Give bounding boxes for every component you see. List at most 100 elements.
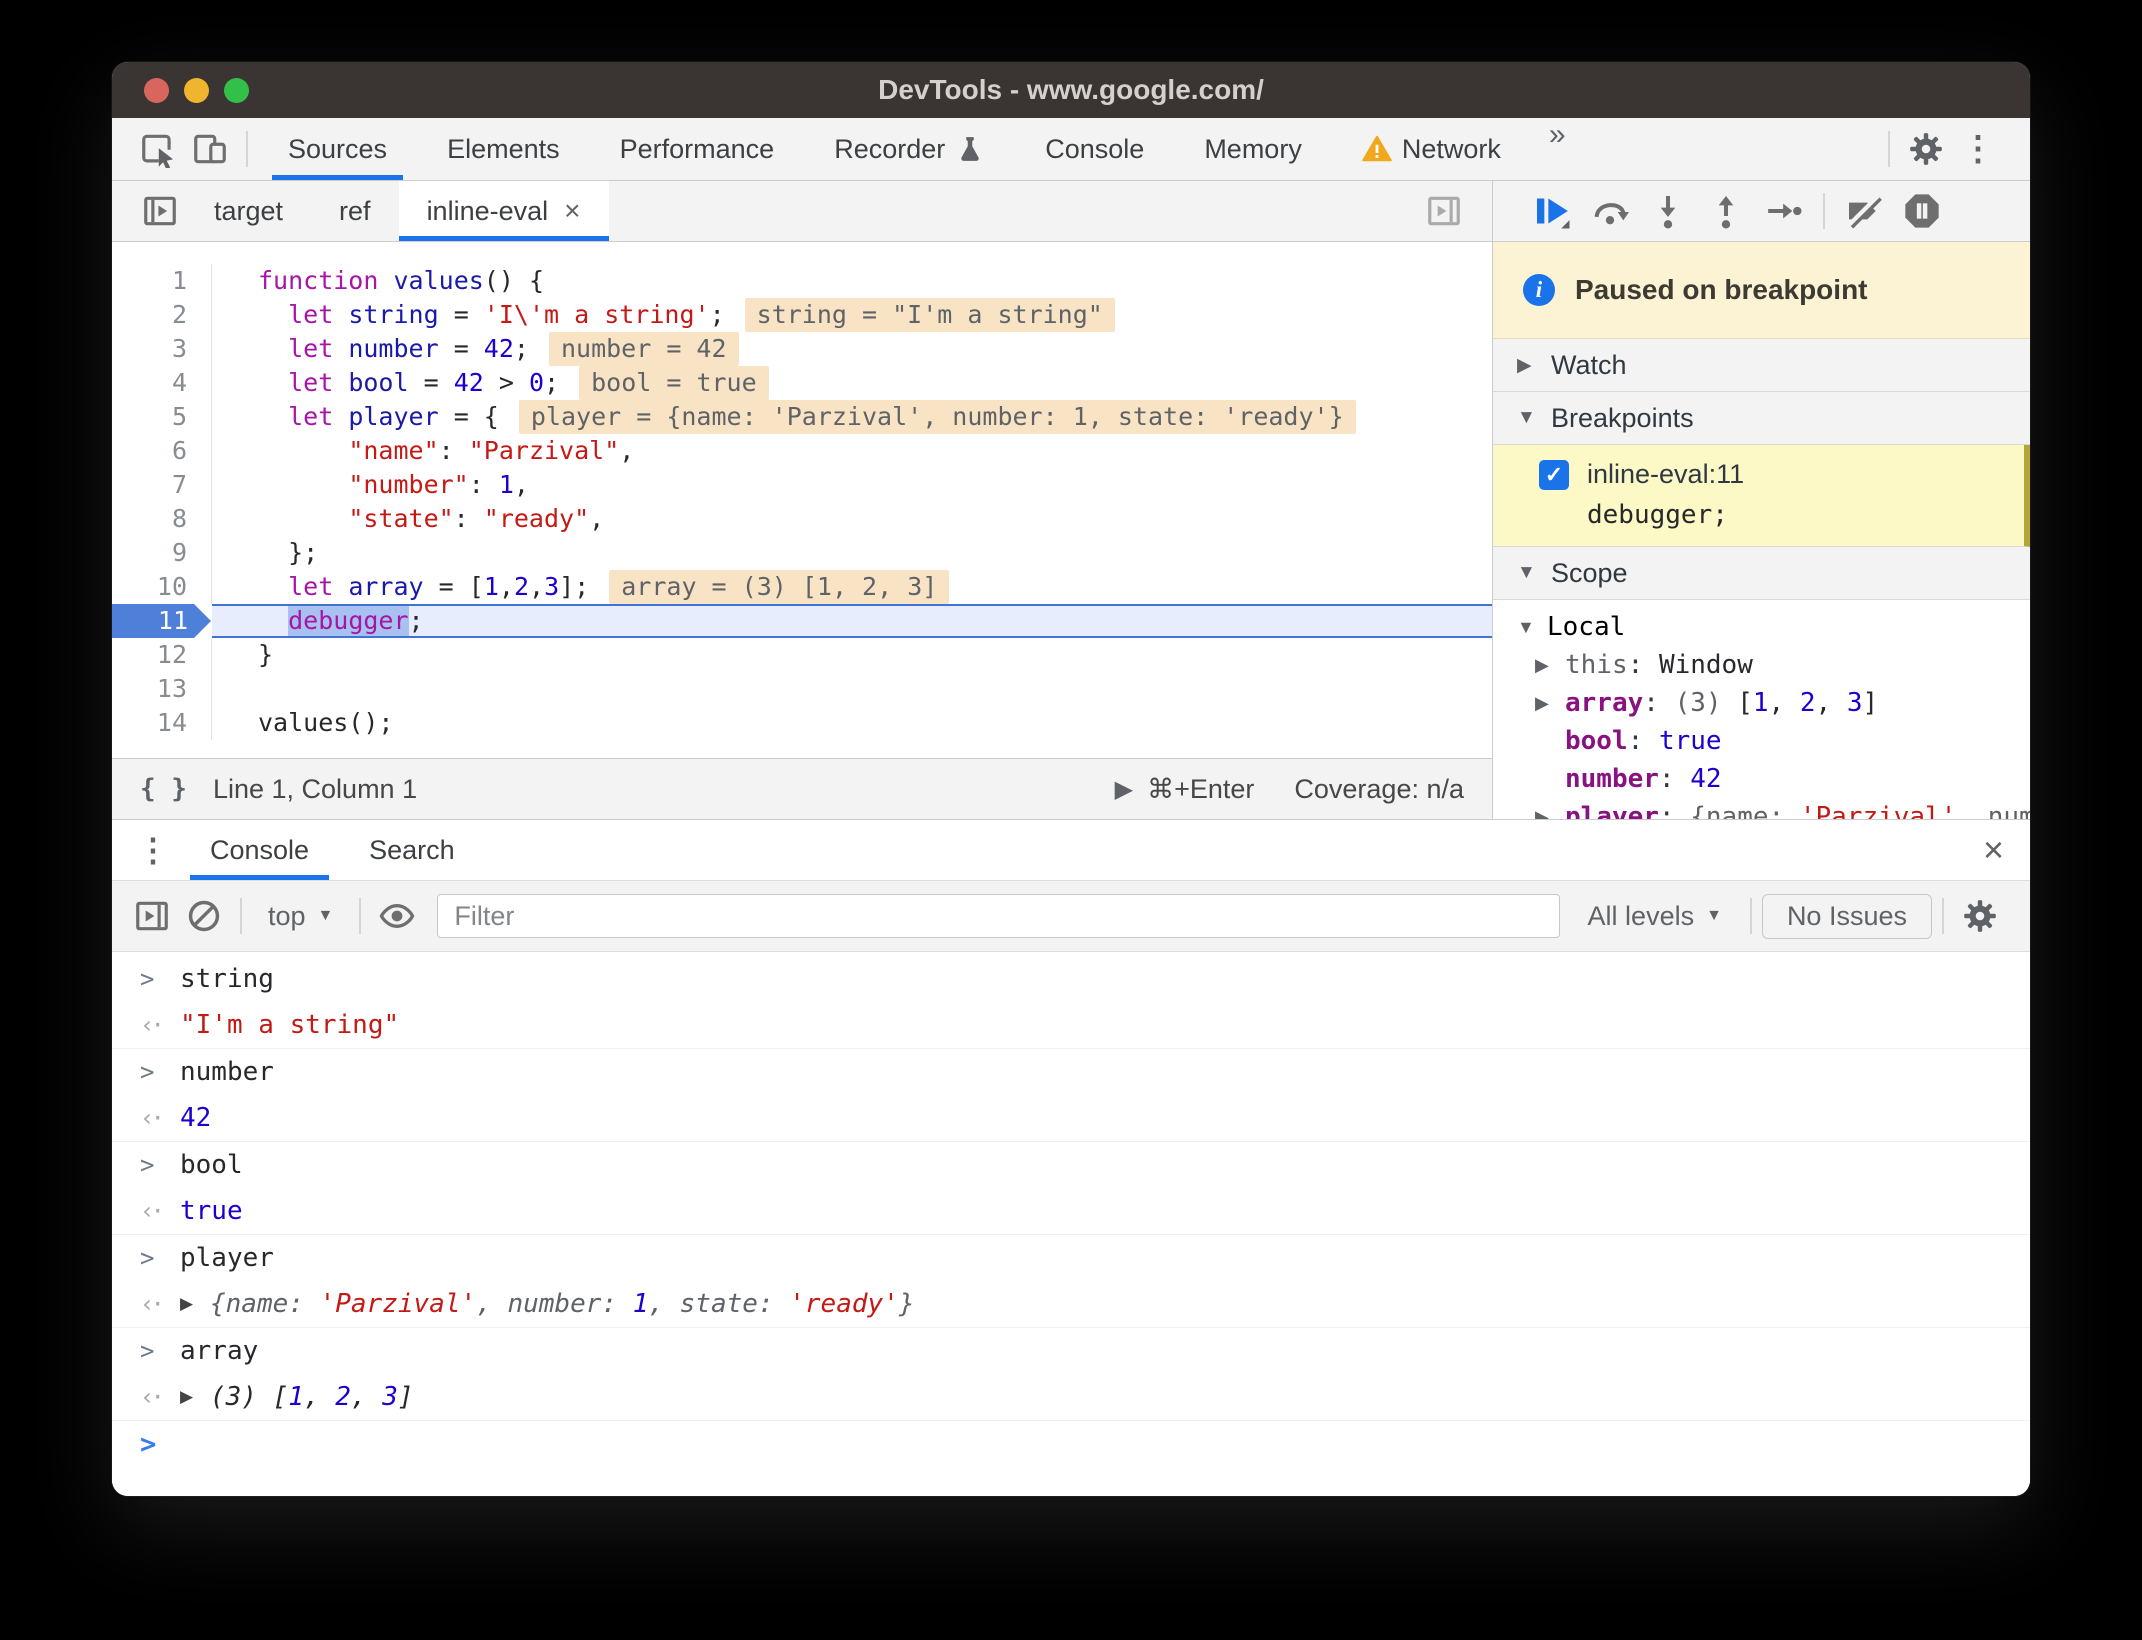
console-input-row[interactable]: > string bbox=[112, 956, 2030, 1002]
close-drawer-icon[interactable]: × bbox=[1983, 829, 2004, 871]
line-number[interactable]: 10 bbox=[112, 570, 212, 604]
console-input-row[interactable]: > array bbox=[112, 1327, 2030, 1374]
scope-item-bool[interactable]: bool: true bbox=[1517, 722, 2030, 760]
chevron-right-icon[interactable]: ▶ bbox=[1517, 354, 1551, 377]
no-issues-button[interactable]: No Issues bbox=[1761, 893, 1932, 939]
tab-performance[interactable]: Performance bbox=[590, 118, 805, 180]
maximize-window-button[interactable] bbox=[224, 77, 249, 103]
console-input-row[interactable]: > number bbox=[112, 1048, 2030, 1095]
show-navigator-icon[interactable] bbox=[134, 185, 186, 237]
breakpoints-section-header[interactable]: ▼ Breakpoints bbox=[1493, 392, 2030, 445]
tab-recorder[interactable]: Recorder bbox=[804, 118, 1015, 180]
chevron-down-icon[interactable]: ▼ bbox=[1517, 562, 1551, 584]
drawer-menu-icon[interactable]: ⋮ bbox=[126, 831, 180, 869]
deactivate-breakpoints-icon[interactable] bbox=[1835, 185, 1893, 237]
code-content[interactable]: let string = 'I\'m a string'; string = "I… bbox=[212, 298, 1492, 332]
resume-script-icon[interactable] bbox=[1523, 185, 1581, 237]
console-settings-gear-icon[interactable] bbox=[1954, 890, 2006, 942]
code-content[interactable]: let number = 42; number = 42 bbox=[212, 332, 1492, 366]
console-input-row[interactable]: > player bbox=[112, 1234, 2030, 1281]
code-content[interactable]: }; bbox=[212, 536, 1492, 570]
console-result-row[interactable]: ‹· ▶ {name: 'Parzival', number: 1, state: … bbox=[112, 1281, 2030, 1327]
pause-on-exceptions-icon[interactable] bbox=[1893, 185, 1951, 237]
chevron-down-icon[interactable]: ▼ bbox=[1517, 407, 1551, 429]
console-result-row[interactable]: ‹· ▶ (3) [1, 2, 3] bbox=[112, 1374, 2030, 1420]
show-debugger-panel-icon[interactable] bbox=[1418, 185, 1470, 237]
titlebar[interactable]: DevTools - www.google.com/ bbox=[112, 62, 2030, 118]
scope-item-player[interactable]: ▶player: {name: 'Parzival', number: 1, s… bbox=[1517, 798, 2030, 819]
breakpoint-entry[interactable]: ✓ inline-eval:11 debugger; bbox=[1493, 445, 2030, 547]
console-log[interactable]: > string ‹· "I'm a string" > number ‹· 42 > bool ‹… bbox=[112, 952, 2030, 1496]
tab-network[interactable]: Network bbox=[1332, 118, 1531, 180]
chevron-right-icon[interactable]: ▶ bbox=[1535, 693, 1565, 714]
close-tab-icon[interactable]: × bbox=[564, 195, 580, 227]
expand-object-icon[interactable]: ▶ bbox=[180, 1387, 210, 1407]
line-number[interactable]: 9 bbox=[112, 536, 212, 570]
file-tab-target[interactable]: target bbox=[186, 181, 311, 241]
close-window-button[interactable] bbox=[144, 77, 169, 103]
live-expression-eye-icon[interactable] bbox=[371, 890, 423, 942]
more-tabs-icon[interactable]: » bbox=[1531, 118, 1584, 180]
breakpoint-checkbox[interactable]: ✓ bbox=[1539, 459, 1569, 490]
filter-input[interactable] bbox=[437, 894, 1560, 938]
line-number[interactable]: 4 bbox=[112, 366, 212, 400]
settings-gear-icon[interactable] bbox=[1900, 123, 1952, 175]
breakpoint-marker[interactable]: 11 bbox=[112, 604, 211, 638]
code-content[interactable]: function values() { bbox=[212, 264, 1492, 298]
console-input-row[interactable]: > bool bbox=[112, 1141, 2030, 1188]
scope-item-number[interactable]: number: 42 bbox=[1517, 760, 2030, 798]
console-prompt[interactable]: > bbox=[112, 1420, 2030, 1467]
inspect-element-icon[interactable] bbox=[132, 123, 184, 175]
code-content[interactable]: debugger; bbox=[212, 604, 1492, 638]
expand-object-icon[interactable]: ▶ bbox=[180, 1294, 210, 1314]
code-content[interactable]: "name": "Parzival", bbox=[212, 434, 1492, 468]
line-number[interactable]: 2 bbox=[112, 298, 212, 332]
code-content[interactable]: "state": "ready", bbox=[212, 502, 1492, 536]
line-number[interactable]: 12 bbox=[112, 638, 212, 672]
console-result-row[interactable]: ‹· 42 bbox=[112, 1095, 2030, 1141]
step-into-icon[interactable] bbox=[1639, 185, 1697, 237]
drawer-tab-search[interactable]: Search bbox=[339, 820, 485, 880]
chevron-down-icon[interactable]: ▼ bbox=[1517, 617, 1547, 638]
line-number[interactable]: 3 bbox=[112, 332, 212, 366]
console-result-row[interactable]: ‹· "I'm a string" bbox=[112, 1002, 2030, 1048]
kebab-menu-icon[interactable]: ⋮ bbox=[1952, 123, 2004, 175]
code-content[interactable]: values(); bbox=[212, 706, 1492, 740]
code-content[interactable]: let player = {player = {name: 'Parzival'… bbox=[212, 400, 1492, 434]
watch-section-header[interactable]: ▶ Watch bbox=[1493, 339, 2030, 392]
code-content[interactable]: "number": 1, bbox=[212, 468, 1492, 502]
line-number[interactable]: 1 bbox=[112, 264, 212, 298]
tab-elements[interactable]: Elements bbox=[417, 118, 590, 180]
scope-group-local[interactable]: ▼ Local bbox=[1517, 608, 2030, 646]
step-icon[interactable] bbox=[1755, 185, 1813, 237]
scope-section-header[interactable]: ▼ Scope bbox=[1493, 547, 2030, 600]
clear-console-icon[interactable] bbox=[178, 890, 230, 942]
show-console-sidebar-icon[interactable] bbox=[126, 890, 178, 942]
line-number[interactable]: 8 bbox=[112, 502, 212, 536]
minimize-window-button[interactable] bbox=[184, 77, 209, 103]
line-number[interactable]: 14 bbox=[112, 706, 212, 740]
chevron-right-icon[interactable]: ▶ bbox=[1535, 655, 1565, 676]
file-tab-ref[interactable]: ref bbox=[311, 181, 399, 241]
code-content[interactable]: let bool = 42 > 0; bool = true bbox=[212, 366, 1492, 400]
pretty-print-icon[interactable]: { } bbox=[140, 774, 187, 804]
code-content[interactable]: let array = [1, 2, 3]; array = (3) [1, 2, 3… bbox=[212, 570, 1492, 604]
line-number[interactable]: 6 bbox=[112, 434, 212, 468]
code-content[interactable]: } bbox=[212, 638, 1492, 672]
line-number[interactable]: 5 bbox=[112, 400, 212, 434]
file-tab-inline-eval[interactable]: inline-eval × bbox=[398, 181, 609, 241]
drawer-tab-console[interactable]: Console bbox=[180, 820, 339, 880]
tab-sources[interactable]: Sources bbox=[258, 118, 417, 180]
scope-item-this[interactable]: ▶ this: Window bbox=[1517, 646, 2030, 684]
step-over-icon[interactable] bbox=[1581, 185, 1639, 237]
scope-item-array[interactable]: ▶ array: (3) [1, 2, 3] bbox=[1517, 684, 2030, 722]
line-number[interactable]: 7 bbox=[112, 468, 212, 502]
console-result-row[interactable]: ‹· true bbox=[112, 1188, 2030, 1234]
tab-memory[interactable]: Memory bbox=[1174, 118, 1332, 180]
log-levels-selector[interactable]: All levels ▼ bbox=[1570, 901, 1740, 932]
chevron-right-icon[interactable]: ▶ bbox=[1535, 807, 1565, 820]
line-number[interactable]: 13 bbox=[112, 672, 212, 706]
context-selector[interactable]: top ▼ bbox=[252, 901, 349, 932]
tab-console[interactable]: Console bbox=[1015, 118, 1174, 180]
step-out-icon[interactable] bbox=[1697, 185, 1755, 237]
